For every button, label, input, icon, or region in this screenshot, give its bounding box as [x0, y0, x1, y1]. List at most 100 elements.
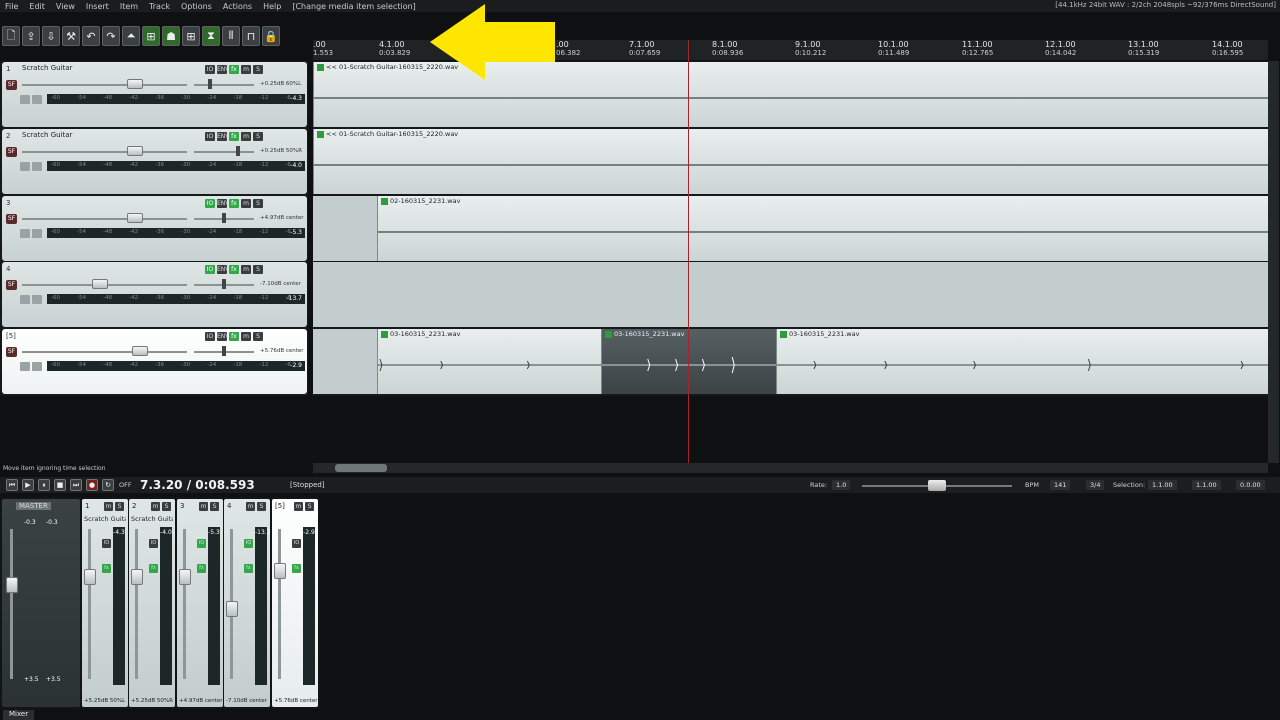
- strip-io-button[interactable]: IO: [197, 539, 206, 548]
- strip-fader[interactable]: [179, 529, 191, 679]
- track-header-3[interactable]: 3 IO ENV fx m S SF +4.97dB center -60 -54…: [2, 196, 307, 261]
- track-mute-button[interactable]: m: [241, 199, 251, 208]
- time-signature[interactable]: 3/4: [1086, 480, 1105, 490]
- grouping-icon[interactable]: ⊓: [242, 26, 260, 46]
- record-arm-button[interactable]: SF: [6, 147, 17, 157]
- volume-fader-knob[interactable]: [127, 146, 143, 156]
- track-io-button[interactable]: IO: [205, 265, 215, 274]
- menu-edit[interactable]: Edit: [24, 2, 51, 11]
- envelope-button[interactable]: [20, 95, 30, 104]
- grid-icon[interactable]: ⊞: [182, 26, 200, 46]
- master-fader-knob[interactable]: [6, 577, 18, 593]
- phase-button[interactable]: [32, 229, 42, 238]
- track-header-2[interactable]: 2 Scratch Guitar IO ENV fx m S SF +0.25d…: [2, 129, 307, 194]
- pan-slider[interactable]: [194, 151, 254, 153]
- track-io-button[interactable]: IO: [205, 65, 215, 74]
- track-fx-button[interactable]: fx: [229, 265, 239, 274]
- grid-snap-icon[interactable]: ⊞: [142, 26, 160, 46]
- pan-knob[interactable]: [208, 79, 212, 89]
- envelope-button[interactable]: [20, 229, 30, 238]
- repeat-icon[interactable]: ↻: [102, 479, 114, 491]
- pan-knob[interactable]: [236, 146, 240, 156]
- track-lane-3[interactable]: 02-160315_2231.wav: [313, 196, 1268, 261]
- strip-fx-button[interactable]: fx: [292, 564, 301, 573]
- strip-fader-knob[interactable]: [274, 563, 286, 579]
- track-env-button[interactable]: ENV: [217, 132, 229, 141]
- timecode-display[interactable]: 7.3.20 / 0:08.593: [140, 478, 255, 492]
- media-item[interactable]: << 01-Scratch Guitar-160315_2220.wav: [313, 129, 1268, 194]
- strip-io-button[interactable]: IO: [149, 539, 158, 548]
- save-project-icon[interactable]: ⇩: [42, 26, 60, 46]
- strip-solo-button[interactable]: S: [162, 502, 171, 511]
- menu-options[interactable]: Options: [176, 2, 218, 11]
- strip-io-button[interactable]: IO: [102, 539, 111, 548]
- media-item[interactable]: 03-160315_2231.wav: [776, 329, 1268, 394]
- menu-track[interactable]: Track: [144, 2, 176, 11]
- bpm-value[interactable]: 141: [1050, 480, 1071, 490]
- item-fx-icon[interactable]: [780, 330, 787, 338]
- ripple-edit-icon[interactable]: ☗: [162, 26, 180, 46]
- envelope-button[interactable]: [20, 295, 30, 304]
- play-cursor[interactable]: [688, 40, 689, 464]
- pan-slider[interactable]: [194, 84, 254, 86]
- volume-fader-knob[interactable]: [92, 279, 108, 289]
- redo-icon[interactable]: ↷: [102, 26, 120, 46]
- mixer-strip-4[interactable]: 4 mS -13.7 IO fx -7.10dB center: [224, 499, 271, 707]
- envelope-lock-icon[interactable]: ⦀: [222, 26, 240, 46]
- lock-icon[interactable]: 🔒: [262, 26, 280, 46]
- volume-fader[interactable]: [22, 151, 187, 153]
- phase-button[interactable]: [32, 362, 42, 371]
- media-item[interactable]: 03-160315_2231.wav: [377, 329, 601, 394]
- strip-io-button[interactable]: IO: [244, 539, 253, 548]
- strip-name[interactable]: Scratch Guita: [131, 515, 173, 523]
- track-mute-button[interactable]: m: [241, 132, 251, 141]
- volume-fader[interactable]: [22, 218, 187, 220]
- strip-fader[interactable]: [226, 529, 238, 679]
- strip-fx-button[interactable]: fx: [197, 564, 206, 573]
- item-fx-icon[interactable]: [317, 130, 324, 138]
- strip-mute-button[interactable]: m: [294, 502, 303, 511]
- volume-fader-knob[interactable]: [132, 346, 148, 356]
- strip-name[interactable]: Scratch Guita: [84, 515, 126, 523]
- phase-button[interactable]: [32, 162, 42, 171]
- strip-fader[interactable]: [84, 529, 96, 679]
- strip-fader[interactable]: [131, 529, 143, 679]
- strip-fx-button[interactable]: fx: [149, 564, 158, 573]
- horizontal-scroll-thumb[interactable]: [335, 464, 387, 472]
- pan-knob[interactable]: [222, 346, 226, 356]
- menu-insert[interactable]: Insert: [81, 2, 115, 11]
- strip-solo-button[interactable]: S: [210, 502, 219, 511]
- track-solo-button[interactable]: S: [253, 132, 263, 141]
- track-env-button[interactable]: ENV: [217, 265, 229, 274]
- go-to-end-icon[interactable]: ⏭: [70, 479, 82, 491]
- strip-solo-button[interactable]: S: [305, 502, 314, 511]
- arrange-view[interactable]: << 01-Scratch Guitar-160315_2220.wav << …: [313, 61, 1268, 396]
- track-header-4[interactable]: 4 IO ENV fx m S SF -7.10dB center -60 -54…: [2, 262, 307, 327]
- strip-mute-button[interactable]: m: [151, 502, 160, 511]
- record-icon[interactable]: ●: [86, 479, 98, 491]
- record-arm-button[interactable]: SF: [6, 80, 17, 90]
- track-env-button[interactable]: ENV: [217, 332, 229, 341]
- strip-solo-button[interactable]: S: [257, 502, 266, 511]
- selection-length[interactable]: 0.0.00: [1236, 480, 1265, 490]
- mixer-strip-5[interactable]: [5] mS -2.9 IO fx +5.76dB center: [272, 499, 318, 707]
- auto-crossfade-icon[interactable]: ⧗: [202, 26, 220, 46]
- strip-mute-button[interactable]: m: [246, 502, 255, 511]
- record-arm-button[interactable]: SF: [6, 280, 17, 290]
- pan-knob[interactable]: [222, 279, 226, 289]
- item-fx-icon[interactable]: [605, 330, 612, 338]
- envelope-button[interactable]: [20, 362, 30, 371]
- track-header-1[interactable]: 1 Scratch Guitar IO ENV fx m S SF +0.25d…: [2, 62, 307, 127]
- vertical-scrollbar[interactable]: [1268, 61, 1279, 463]
- go-to-start-icon[interactable]: ⏮: [6, 479, 18, 491]
- phase-button[interactable]: [32, 95, 42, 104]
- volume-fader-knob[interactable]: [127, 213, 143, 223]
- volume-fader[interactable]: [22, 351, 187, 353]
- strip-fx-button[interactable]: fx: [102, 564, 111, 573]
- selection-end[interactable]: 1.1.00: [1192, 480, 1221, 490]
- track-solo-button[interactable]: S: [253, 265, 263, 274]
- item-fx-icon[interactable]: [317, 63, 324, 71]
- track-header-5[interactable]: [5] IO ENV fx m S SF +5.76dB center -60-…: [2, 329, 307, 394]
- play-icon[interactable]: ▶: [22, 479, 34, 491]
- strip-fader[interactable]: [274, 529, 286, 679]
